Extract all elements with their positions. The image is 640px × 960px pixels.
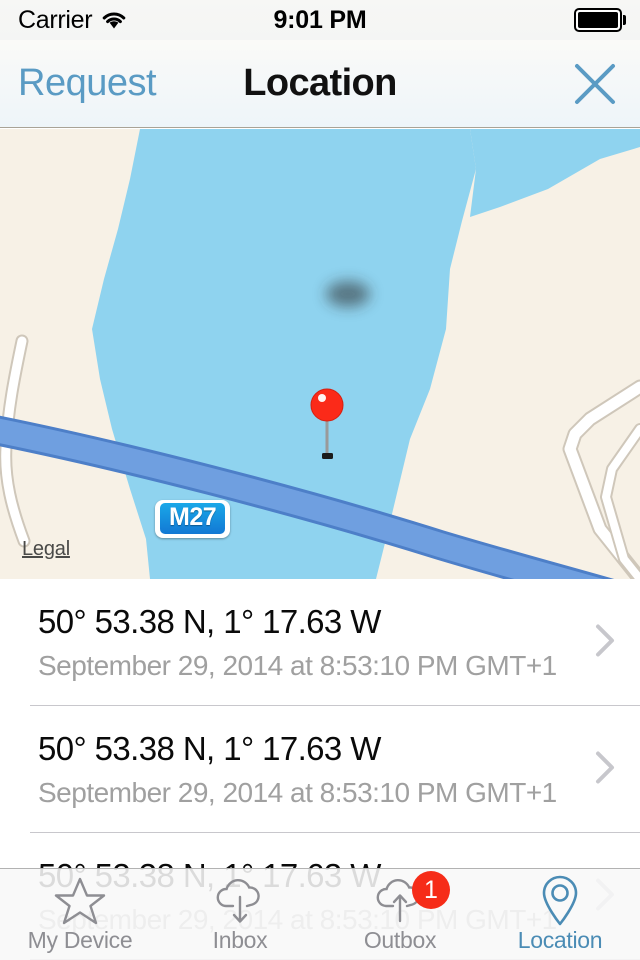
map-pin-icon[interactable] <box>305 387 385 467</box>
status-bar: Carrier 9:01 PM <box>0 0 640 40</box>
tab-label: Outbox <box>363 927 437 953</box>
map-canvas <box>0 129 640 579</box>
tab-outbox[interactable]: 1 Outbox <box>320 869 480 960</box>
row-subtitle: September 29, 2014 at 8:53:10 PM GMT+1 <box>38 650 557 682</box>
chevron-right-icon <box>594 749 616 790</box>
app-screen: Carrier 9:01 PM Request Location M27 Leg… <box>0 0 640 960</box>
battery-full-icon <box>573 8 626 32</box>
motorway-shield-label: M27 <box>160 503 226 534</box>
map-view[interactable]: M27 Legal <box>0 129 640 579</box>
cloud-download-icon <box>212 877 268 925</box>
clock-label: 9:01 PM <box>273 5 367 34</box>
row-title: 50° 53.38 N, 1° 17.63 W <box>38 730 381 767</box>
chevron-right-icon <box>594 622 616 663</box>
table-row[interactable]: 50° 53.38 N, 1° 17.63 W September 29, 20… <box>0 706 640 833</box>
tab-label: Inbox <box>212 927 268 953</box>
row-subtitle: September 29, 2014 at 8:53:10 PM GMT+1 <box>38 777 557 809</box>
tab-inbox[interactable]: Inbox <box>160 869 320 960</box>
map-pin-icon <box>535 875 585 926</box>
table-row[interactable]: 50° 53.38 N, 1° 17.63 W September 29, 20… <box>0 579 640 706</box>
tab-my-device[interactable]: My Device <box>0 869 160 960</box>
navigation-bar: Request Location <box>0 40 640 128</box>
status-badge: 1 <box>412 871 450 909</box>
row-title: 50° 53.38 N, 1° 17.63 W <box>38 603 381 640</box>
tab-label: Location <box>517 927 603 953</box>
tab-label: My Device <box>27 927 133 953</box>
star-icon <box>54 877 106 925</box>
tab-location[interactable]: Location <box>480 869 640 960</box>
legal-link[interactable]: Legal <box>22 538 70 561</box>
page-title: Location <box>243 62 397 104</box>
close-x-icon[interactable] <box>572 61 618 107</box>
motorway-shield-badge: M27 <box>155 500 231 538</box>
tab-bar: My Device Inbox 1 Outbox Location <box>0 868 640 960</box>
